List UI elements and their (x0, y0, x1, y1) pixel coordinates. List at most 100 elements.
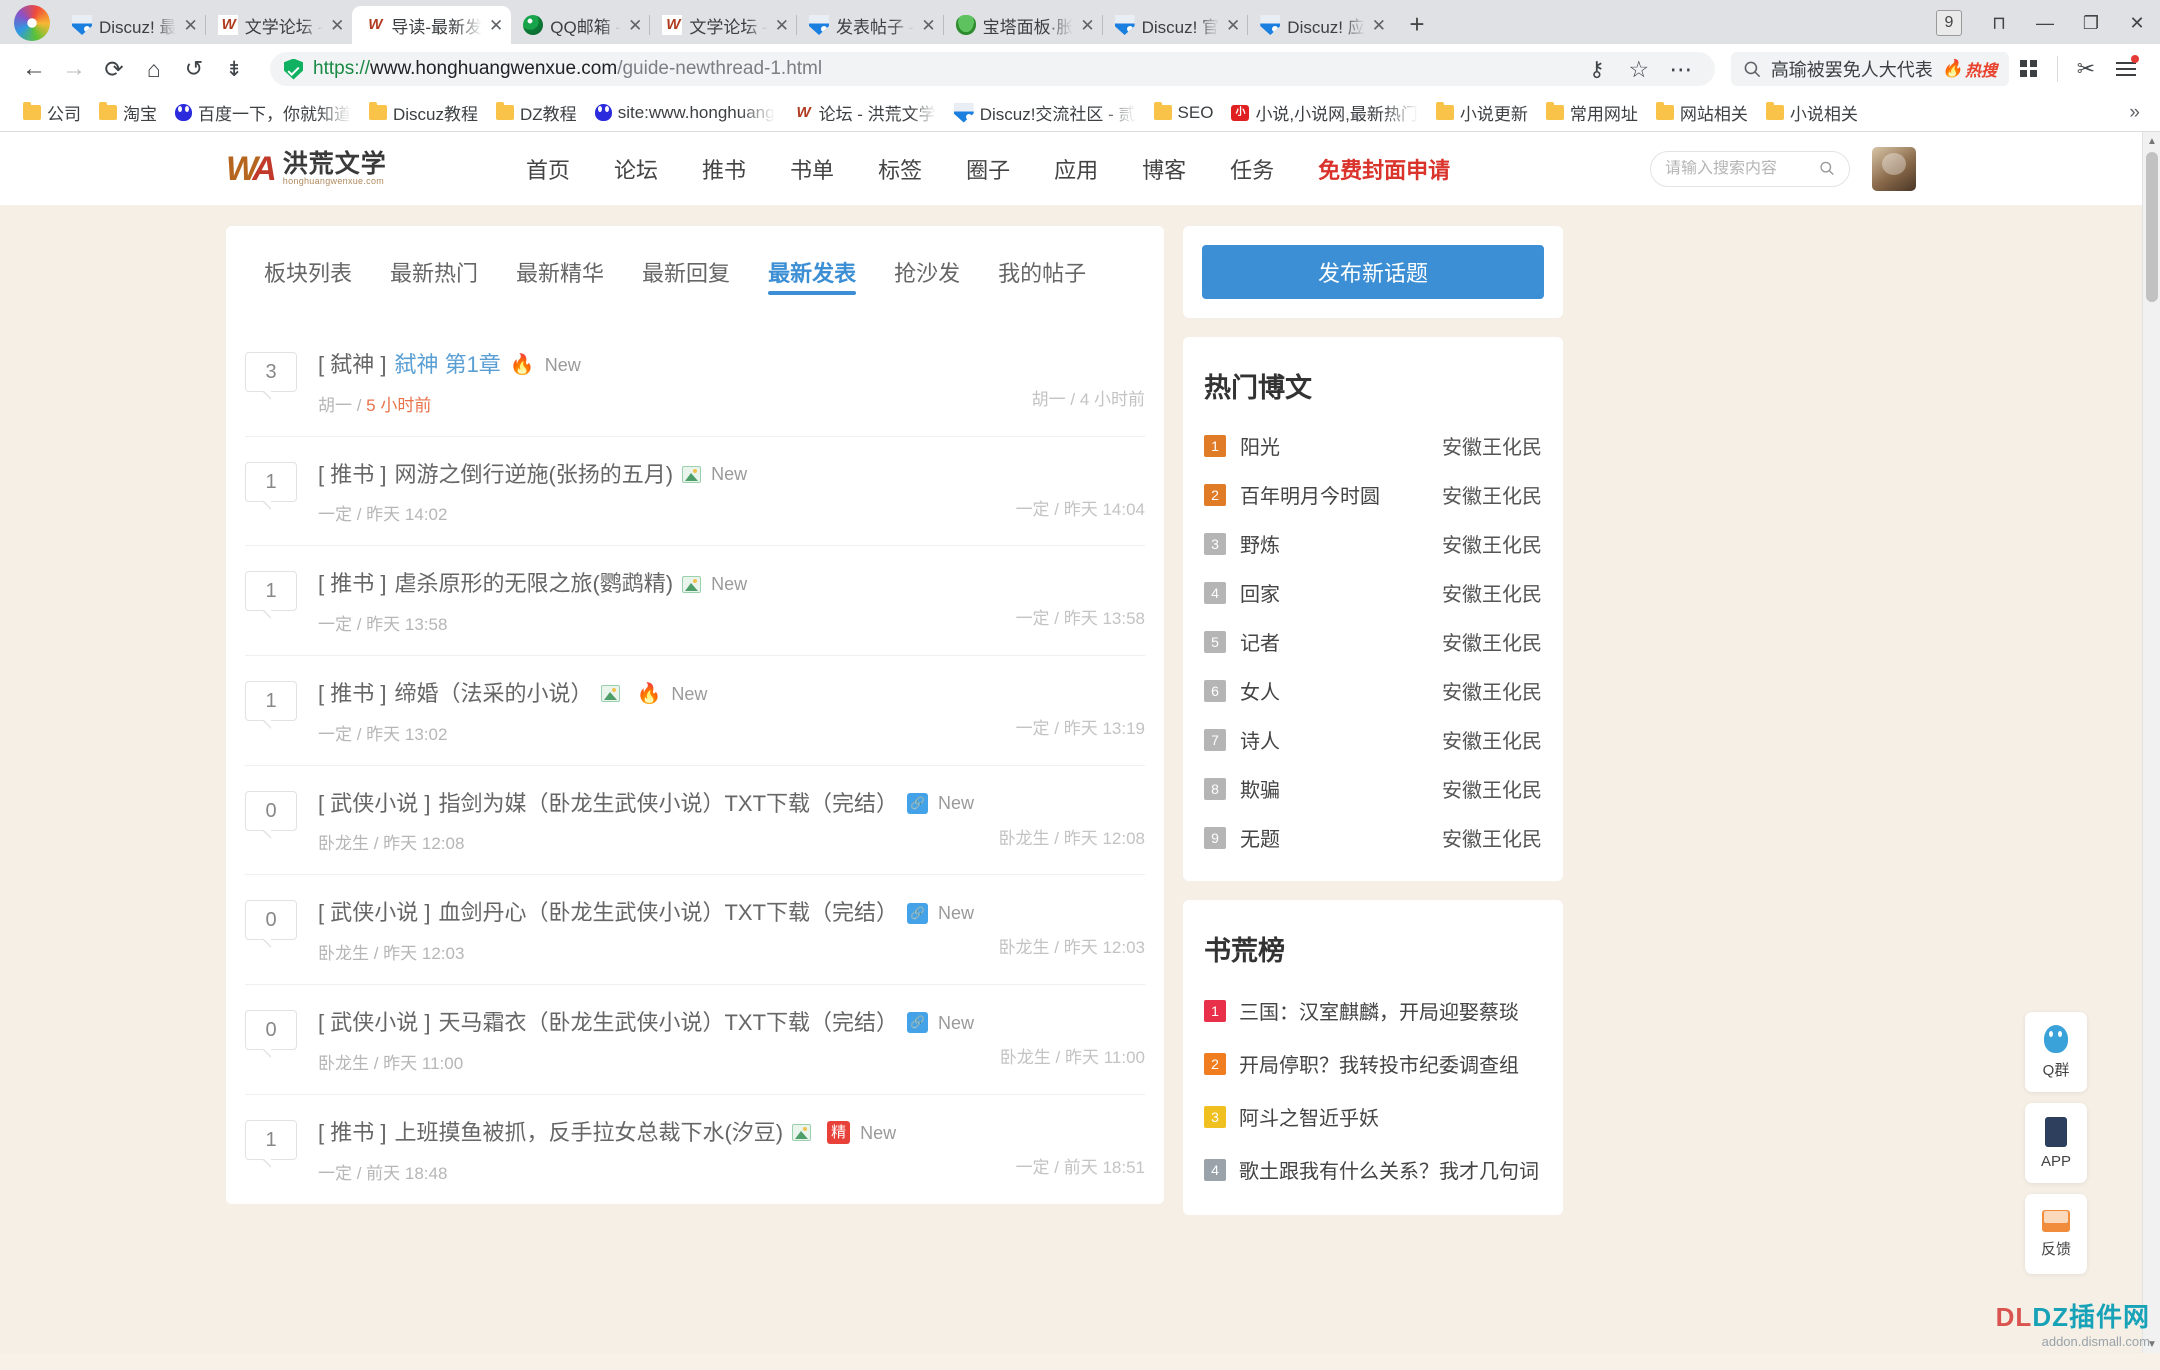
collect-icon[interactable]: ⇟ (214, 49, 254, 89)
forum-tab[interactable]: 最新热门 (371, 226, 497, 317)
hot-post-row[interactable]: 9无题安徽王化民 (1202, 813, 1544, 862)
close-tab-icon[interactable]: ✕ (628, 17, 642, 34)
bookmark-item[interactable]: W论坛 - 洪荒文学 (784, 99, 945, 127)
thread-title[interactable]: 缔婚（法采的小说） (394, 679, 592, 709)
thread-author[interactable]: 胡一 (318, 396, 352, 415)
bookmark-item[interactable]: 公司 (14, 99, 90, 127)
last-reply-author[interactable]: 一定 (1016, 1158, 1050, 1177)
nav-item[interactable]: 首页 (504, 153, 592, 185)
last-reply-author[interactable]: 卧龙生 (999, 829, 1050, 848)
thread-category[interactable]: [ 推书 ] (318, 679, 386, 709)
hot-post-author[interactable]: 安徽王化民 (1442, 431, 1542, 460)
apps-grid-icon[interactable] (2009, 49, 2049, 89)
hot-post-title[interactable]: 阳光 (1240, 431, 1428, 460)
thread-title[interactable]: 虐杀原形的无限之旅(鹦鹉精) (394, 569, 673, 599)
thread-row[interactable]: 1[ 推书 ]虐杀原形的无限之旅(鹦鹉精)New一定 / 昨天 13:58一定 … (245, 546, 1145, 656)
search-input[interactable] (1665, 160, 1811, 178)
bookmark-star-icon[interactable]: ☆ (1619, 49, 1659, 89)
browser-tab[interactable]: Discuz! 官✕ (1103, 6, 1249, 44)
hot-post-author[interactable]: 安徽王化民 (1442, 578, 1542, 607)
hot-post-author[interactable]: 安徽王化民 (1442, 627, 1542, 656)
forum-tab[interactable]: 最新回复 (623, 226, 749, 317)
toolbar-search-box[interactable]: 高瑜被罢免人大代表 🔥 热搜 (1731, 52, 2009, 86)
book-title[interactable]: 阿斗之智近乎妖 (1239, 1102, 1542, 1131)
search-icon[interactable] (1819, 159, 1835, 178)
nav-item[interactable]: 推书 (680, 153, 768, 185)
scrollbar-thumb[interactable] (2146, 152, 2158, 302)
last-reply-author[interactable]: 胡一 (1032, 390, 1066, 409)
thread-row[interactable]: 1[ 推书 ]上班摸鱼被抓，反手拉女总裁下水(汐豆)精New一定 / 前天 18… (245, 1095, 1145, 1204)
hot-post-row[interactable]: 3野炼安徽王化民 (1202, 519, 1544, 568)
thread-author[interactable]: 一定 (318, 1164, 352, 1183)
avatar[interactable] (1872, 147, 1916, 191)
thread-category[interactable]: [ 弑神 ] (318, 350, 386, 380)
site-logo[interactable]: WA 洪荒文学 honghuangwenxue.com (226, 151, 456, 187)
hamburger-menu-icon[interactable] (2106, 49, 2146, 89)
password-key-icon[interactable]: ⚷ (1577, 49, 1617, 89)
thread-category[interactable]: [ 推书 ] (318, 1118, 386, 1148)
last-reply-author[interactable]: 一定 (1016, 609, 1050, 628)
thread-author[interactable]: 一定 (318, 615, 352, 634)
browser-tab[interactable]: QQ邮箱 -✕ (511, 6, 650, 44)
hot-post-row[interactable]: 5记者安徽王化民 (1202, 617, 1544, 666)
scissors-icon[interactable]: ✂ (2066, 49, 2106, 89)
thread-author[interactable]: 一定 (318, 725, 352, 744)
forum-tab[interactable]: 抢沙发 (875, 226, 979, 317)
last-reply-author[interactable]: 卧龙生 (999, 938, 1050, 957)
thread-category[interactable]: [ 推书 ] (318, 460, 386, 490)
book-rank-row[interactable]: 4歌土跟我有什么关系？我才几句词 (1202, 1143, 1544, 1196)
rail-button[interactable]: APP (2025, 1103, 2087, 1183)
thread-title[interactable]: 血剑丹心（卧龙生武侠小说）TXT下载（完结） (438, 898, 898, 928)
nav-item[interactable]: 任务 (1208, 153, 1296, 185)
hot-post-row[interactable]: 4回家安徽王化民 (1202, 568, 1544, 617)
nav-item[interactable]: 标签 (856, 153, 944, 185)
rail-button[interactable]: 反馈 (2025, 1194, 2087, 1274)
browser-tab[interactable]: 发表帖子 -✕ (797, 6, 944, 44)
bookmark-item[interactable]: site:www.honghuang (586, 99, 784, 127)
omnibox-more-icon[interactable]: ⋯ (1661, 49, 1701, 89)
site-search-box[interactable] (1650, 151, 1850, 187)
hot-post-row[interactable]: 1阳光安徽王化民 (1202, 421, 1544, 470)
nav-item[interactable]: 书单 (768, 153, 856, 185)
close-tab-icon[interactable]: ✕ (921, 17, 935, 34)
hot-post-row[interactable]: 8欺骗安徽王化民 (1202, 764, 1544, 813)
skin-button[interactable]: ⊓ (1976, 6, 2022, 40)
thread-title[interactable]: 网游之倒行逆施(张扬的五月) (394, 460, 673, 490)
book-rank-row[interactable]: 3阿斗之智近乎妖 (1202, 1090, 1544, 1143)
hot-post-title[interactable]: 野炼 (1240, 529, 1428, 558)
vertical-scrollbar[interactable]: ▲ ▼ (2142, 132, 2160, 1353)
thread-category[interactable]: [ 武侠小说 ] (318, 898, 430, 928)
bookmark-item[interactable]: 小说更新 (1427, 99, 1537, 127)
thread-row[interactable]: 1[ 推书 ]缔婚（法采的小说）🔥New一定 / 昨天 13:02一定 / 昨天… (245, 656, 1145, 766)
undo-icon[interactable]: ↺ (174, 49, 214, 89)
thread-author[interactable]: 卧龙生 (318, 944, 369, 963)
new-tab-button[interactable]: + (1400, 7, 1434, 41)
bookmark-item[interactable]: 常用网址 (1537, 99, 1647, 127)
minimize-button[interactable]: — (2022, 6, 2068, 40)
hot-post-author[interactable]: 安徽王化民 (1442, 676, 1542, 705)
bookmark-item[interactable]: 小小说,小说网,最新热门 (1222, 99, 1426, 127)
close-tab-icon[interactable]: ✕ (183, 17, 197, 34)
close-tab-icon[interactable]: ✕ (1226, 17, 1240, 34)
thread-category[interactable]: [ 推书 ] (318, 569, 386, 599)
close-tab-icon[interactable]: ✕ (1080, 17, 1094, 34)
bookmark-item[interactable]: 淘宝 (90, 99, 166, 127)
bookmark-item[interactable]: Discuz教程 (360, 99, 487, 127)
browser-tab[interactable]: W文学论坛 -✕ (650, 6, 797, 44)
hot-post-author[interactable]: 安徽王化民 (1442, 529, 1542, 558)
bookmarks-overflow-icon[interactable]: » (2123, 102, 2146, 124)
bookmark-item[interactable]: SEO (1145, 99, 1223, 127)
bookmark-item[interactable]: Discuz!交流社区 - 贰 (945, 99, 1145, 127)
hot-post-author[interactable]: 安徽王化民 (1442, 480, 1542, 509)
hot-post-title[interactable]: 欺骗 (1240, 774, 1428, 803)
browser-tab[interactable]: W文学论坛 -✕ (206, 6, 353, 44)
book-rank-row[interactable]: 1三国：汉室麒麟，开局迎娶蔡琰 (1202, 984, 1544, 1037)
browser-tab[interactable]: 宝塔面板·胀✕ (944, 6, 1103, 44)
book-title[interactable]: 三国：汉室麒麟，开局迎娶蔡琰 (1239, 996, 1542, 1025)
thread-row[interactable]: 0[ 武侠小说 ]指剑为媒（卧龙生武侠小说）TXT下载（完结）New卧龙生 / … (245, 766, 1145, 876)
hot-post-title[interactable]: 无题 (1240, 823, 1428, 852)
close-tab-icon[interactable]: ✕ (1372, 17, 1386, 34)
thread-row[interactable]: 0[ 武侠小说 ]血剑丹心（卧龙生武侠小说）TXT下载（完结）New卧龙生 / … (245, 875, 1145, 985)
close-window-button[interactable]: ✕ (2114, 6, 2160, 40)
browser-tab[interactable]: Discuz! 最✕ (60, 6, 206, 44)
